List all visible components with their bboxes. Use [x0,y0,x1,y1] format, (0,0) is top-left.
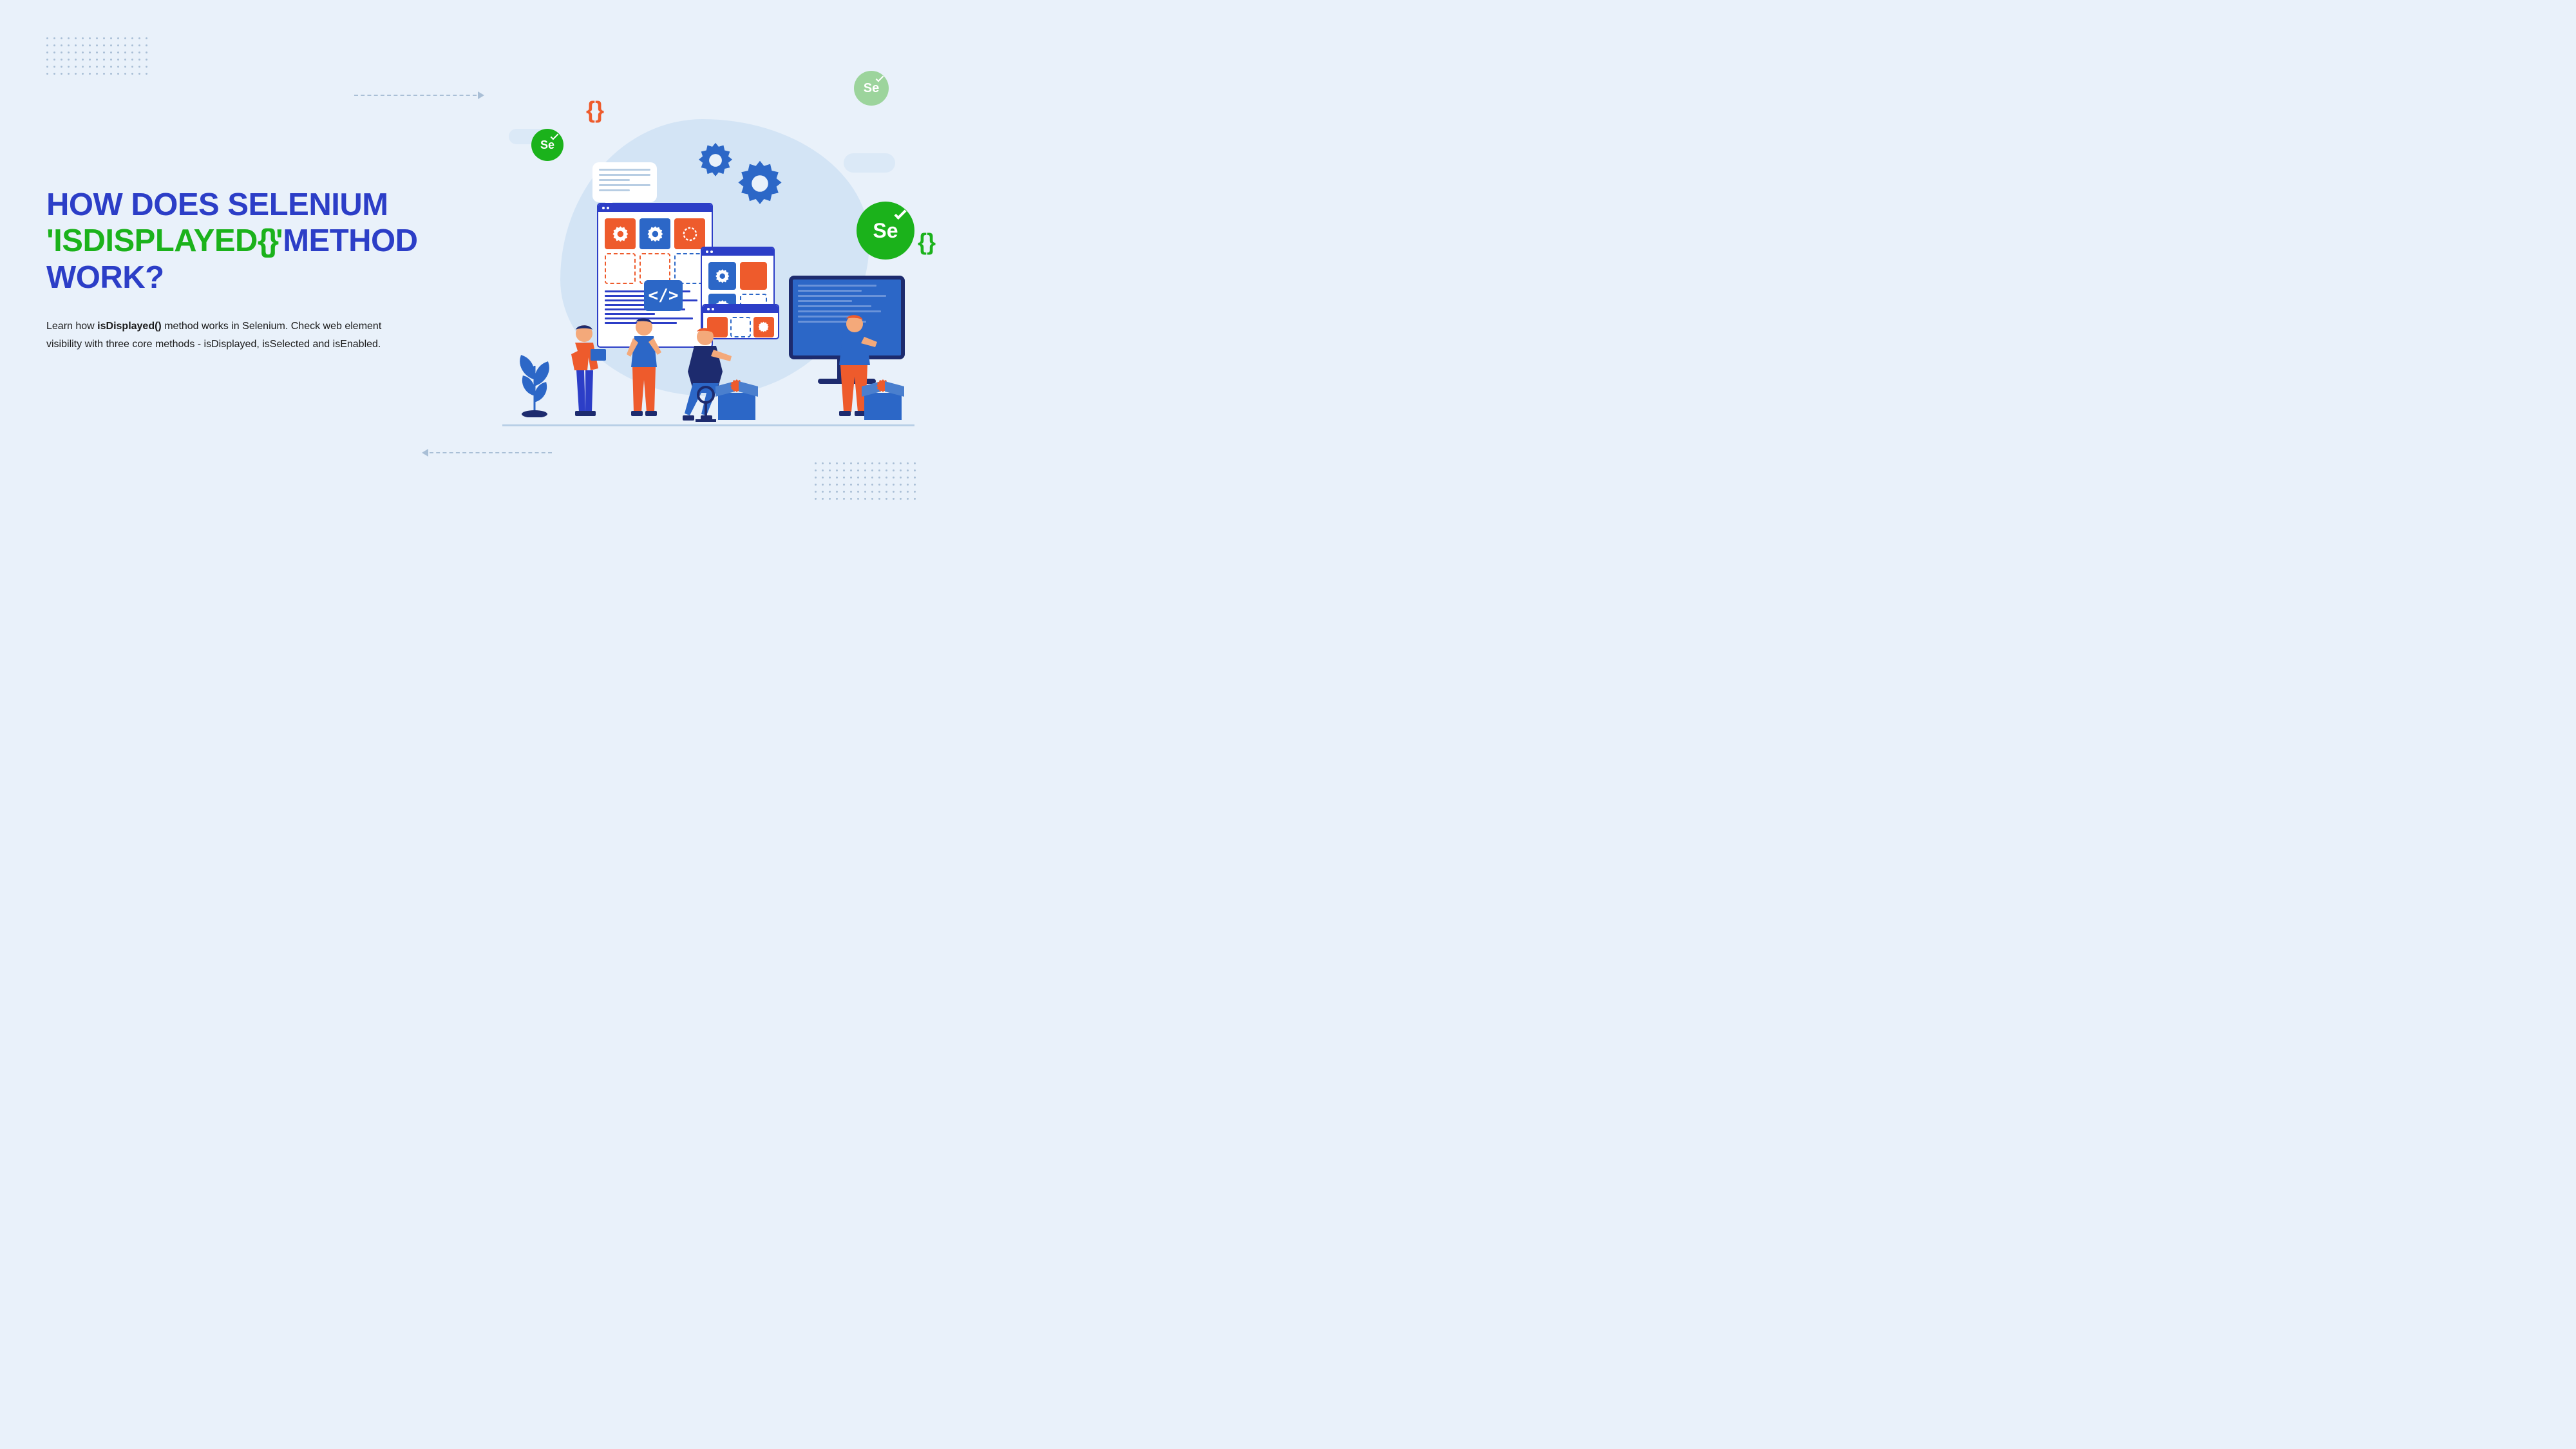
braces-icon: {} [586,97,604,124]
gear-tile-icon [708,262,736,290]
code-badge-icon: </> [644,280,683,311]
selenium-badge-icon: Se [857,202,914,260]
dashed-arrow-right-icon [354,91,484,99]
target-tile-icon [674,218,705,249]
person-icon [564,322,610,425]
cloud-icon [844,153,895,173]
checkmark-icon [876,74,884,82]
title-braces-icon: {} [258,223,276,258]
plant-icon [512,340,557,417]
gear-icon [875,379,891,394]
gear-tile-icon [605,218,636,249]
selenium-badge-icon: Se [531,129,564,161]
tile-icon [740,262,768,290]
hero-title: HOW DOES SELENIUM 'isDISPLAYED{}'METHOD … [46,187,439,296]
hero-illustration: Se Se Se {} {} [489,58,927,444]
ground-line [502,424,914,426]
gear-tile-icon [753,317,774,337]
badge-text: Se [864,81,879,96]
gear-icon [696,140,735,180]
box-icon [718,393,755,420]
hero-content: HOW DOES SELENIUM 'isDISPLAYED{}'METHOD … [46,187,439,354]
title-quote: ' [46,223,53,258]
title-line-3: WORK? [46,260,164,295]
dot-pattern-decoration [46,37,147,75]
checkmark-icon [894,207,906,220]
title-quote: ' [276,223,283,258]
badge-text: Se [540,138,554,152]
title-method-name: isDISPLAYED [53,223,258,258]
dashed-tile-icon [639,253,670,284]
dashed-arrow-left-icon [422,449,552,457]
braces-icon: {} [918,229,936,256]
hero-subtitle: Learn how isDisplayed() method works in … [46,317,407,354]
dot-pattern-decoration [815,462,916,500]
selenium-badge-icon: Se [854,71,889,106]
gear-tile-icon [639,218,670,249]
gear-icon [729,379,744,394]
title-line-1: HOW DOES SELENIUM [46,187,388,222]
person-icon [621,316,667,425]
subtitle-text: Learn how [46,321,97,332]
badge-text: Se [873,219,898,243]
box-icon [864,393,902,420]
subtitle-bold: isDisplayed() [97,321,162,332]
gear-icon [734,158,786,209]
speech-bubble-icon [592,162,657,202]
dashed-tile-icon [605,253,636,284]
title-line-2b: METHOD [283,223,417,258]
